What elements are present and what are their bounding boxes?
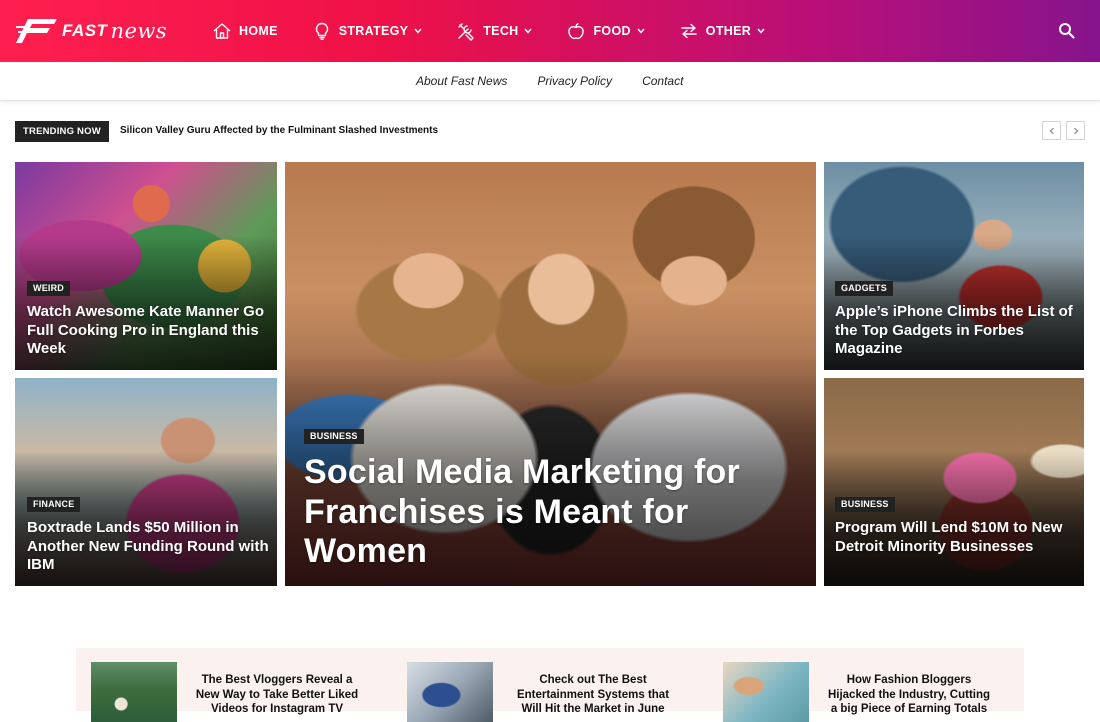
article-title[interactable]: Program Will Lend $10M to New Detroit Mi…	[835, 519, 1070, 556]
nav-label: TECH	[483, 24, 519, 38]
category-badge[interactable]: GADGETS	[835, 281, 893, 296]
article-tile[interactable]: BUSINESS Program Will Lend $10M to New D…	[824, 378, 1084, 586]
article-tile[interactable]: GADGETS Apple’s iPhone Climbs the List o…	[824, 162, 1084, 370]
link-contact[interactable]: Contact	[642, 74, 683, 88]
featured-article-tile[interactable]: BUSINESS Social Media Marketing for Fran…	[285, 162, 816, 586]
category-badge[interactable]: BUSINESS	[835, 497, 895, 512]
featured-article-title[interactable]: Social Media Marketing for Franchises is…	[304, 453, 794, 572]
apple-icon	[568, 22, 585, 40]
article-title[interactable]: Watch Awesome Kate Manner Go Full Cookin…	[27, 303, 267, 359]
article-tile[interactable]: WEIRD Watch Awesome Kate Manner Go Full …	[15, 162, 277, 370]
nav-item-tech[interactable]: TECH	[456, 19, 533, 43]
nav-item-home[interactable]: HOME	[212, 19, 278, 43]
post-thumbnail	[91, 662, 177, 722]
category-badge[interactable]: FINANCE	[27, 497, 81, 512]
secondary-nav: About Fast News Privacy Policy Contact	[0, 62, 1100, 101]
trending-arrows	[1042, 121, 1085, 140]
article-tile[interactable]: FINANCE Boxtrade Lands $50 Million in An…	[15, 378, 277, 586]
top-header-bar: FAST news HOME STRATEGY TECH FOOD OTHER	[0, 0, 1100, 62]
category-badge[interactable]: BUSINESS	[304, 429, 364, 444]
logo-f-mark-icon	[16, 19, 57, 43]
trending-next-button[interactable]	[1066, 121, 1085, 140]
article-title[interactable]: Boxtrade Lands $50 Million in Another Ne…	[27, 519, 272, 575]
swap-arrows-icon	[681, 23, 697, 39]
category-badge[interactable]: WEIRD	[27, 281, 70, 296]
post-thumbnail	[723, 662, 809, 722]
home-icon	[213, 23, 231, 39]
post-thumbnail	[407, 662, 493, 722]
chevron-down-icon	[414, 28, 422, 34]
nav-item-strategy[interactable]: STRATEGY	[312, 19, 423, 43]
nav-label: HOME	[239, 24, 278, 38]
chevron-left-icon	[1049, 127, 1054, 134]
secondary-nav-links: About Fast News Privacy Policy Contact	[416, 74, 713, 88]
trending-headline[interactable]: Silicon Valley Guru Affected by the Fulm…	[120, 125, 438, 136]
logo-news-text: news	[110, 19, 168, 43]
link-about[interactable]: About Fast News	[416, 74, 507, 88]
trending-bar: TRENDING NOW Silicon Valley Guru Affecte…	[15, 121, 1085, 142]
post-title[interactable]: How Fashion Bloggers Hijacked the Indust…	[824, 673, 994, 717]
nav-label: FOOD	[593, 24, 631, 38]
recent-posts-strip: The Best Vloggers Reveal a New Way to Ta…	[76, 648, 1024, 722]
tools-icon	[458, 23, 475, 41]
nav-label: OTHER	[705, 24, 752, 38]
link-privacy-policy[interactable]: Privacy Policy	[537, 74, 612, 88]
trending-badge: TRENDING NOW	[15, 121, 109, 142]
chevron-right-icon	[1073, 127, 1078, 134]
nav-label: STRATEGY	[338, 24, 409, 38]
chevron-down-icon	[637, 28, 645, 34]
article-title[interactable]: Apple’s iPhone Climbs the List of the To…	[835, 303, 1075, 359]
nav-item-other[interactable]: OTHER	[679, 19, 765, 43]
post-title[interactable]: The Best Vloggers Reveal a New Way to Ta…	[192, 673, 362, 717]
nav-item-food[interactable]: FOOD	[566, 19, 645, 43]
main-nav: HOME STRATEGY TECH FOOD OTHER	[212, 19, 799, 43]
lightbulb-icon	[315, 22, 328, 40]
chevron-down-icon	[757, 28, 765, 34]
post-title[interactable]: Check out The Best Entertainment Systems…	[508, 673, 678, 717]
search-icon[interactable]	[1058, 22, 1075, 39]
trending-prev-button[interactable]	[1042, 121, 1061, 140]
logo-fast-text: FAST	[62, 21, 108, 40]
site-logo[interactable]: FAST news	[16, 16, 167, 46]
chevron-down-icon	[524, 28, 533, 34]
